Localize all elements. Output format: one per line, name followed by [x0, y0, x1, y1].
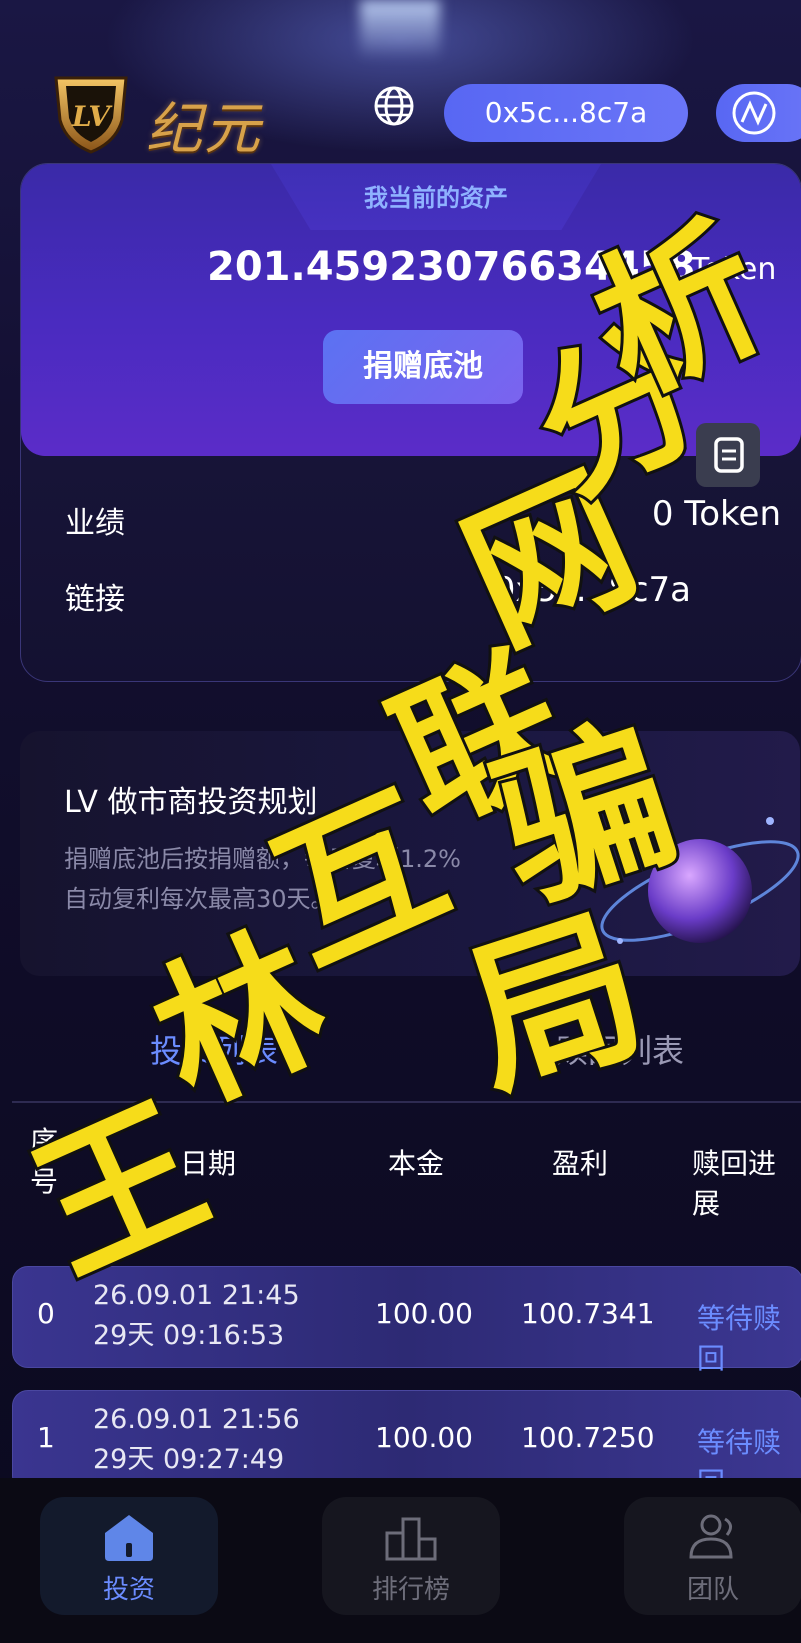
donate-pool-button[interactable]: 捐赠底池: [323, 330, 523, 404]
nav-invest[interactable]: 投资: [40, 1497, 218, 1615]
copy-icon: [714, 437, 744, 473]
tab-investment-list[interactable]: 投资列表: [150, 1026, 278, 1072]
asset-amount: 201.45923076634458: [207, 244, 696, 290]
light-beam: [360, 0, 440, 60]
planet-illustration: [600, 817, 800, 944]
network-avatar[interactable]: [716, 84, 801, 142]
row-principal: 100.00: [375, 1297, 473, 1330]
globe-icon[interactable]: [372, 84, 416, 128]
link-value: 0x5c...8c7a: [493, 570, 691, 610]
performance-value: 0 Token: [651, 494, 781, 534]
network-icon: [732, 91, 776, 135]
row-date: 26.09.01 21:45: [93, 1280, 300, 1311]
header-redeem-progress: 赎回进展: [692, 1147, 777, 1220]
team-icon: [689, 1514, 733, 1559]
row-date: 26.09.01 21:56: [93, 1404, 300, 1435]
nav-label-ranking: 排行榜: [371, 1575, 450, 1605]
table-row[interactable]: 0 26.09.01 21:45 29天 09:16:53 100.00 100…: [12, 1266, 801, 1375]
row-remaining: 29天 09:16:53: [93, 1320, 285, 1351]
header-index: 序号: [30, 1125, 59, 1198]
nav-label-invest: 投资: [102, 1575, 155, 1605]
nav-team[interactable]: 团队: [624, 1497, 801, 1615]
header-date: 日期: [180, 1147, 237, 1180]
wallet-address-button[interactable]: 0x5c...8c7a: [444, 84, 688, 142]
row-profit: 100.7341: [521, 1297, 655, 1330]
row-status[interactable]: 等待赎回: [697, 1297, 801, 1377]
nav-label-team: 团队: [686, 1575, 739, 1605]
brand-logo-icon: LV: [54, 76, 128, 154]
copy-button[interactable]: [696, 423, 760, 487]
table-row[interactable]: 1 26.09.01 21:56 29天 09:27:49 100.00 100…: [12, 1390, 801, 1499]
home-icon: [105, 1515, 153, 1561]
asset-title: 我当前的资产: [364, 184, 508, 212]
row-principal: 100.00: [375, 1421, 473, 1454]
tab-divider: [12, 1101, 801, 1103]
link-label: 链接: [65, 582, 125, 617]
plan-title: LV 做市商投资规划: [64, 785, 318, 820]
header-profit: 盈利: [552, 1147, 609, 1180]
nav-ranking[interactable]: 排行榜: [322, 1497, 500, 1615]
asset-unit: Token: [691, 252, 777, 287]
row-index: 0: [37, 1297, 55, 1330]
plan-card: LV 做市商投资规划 捐赠底池后按捐赠额，每日复利1.2%自动复利每次最高30天…: [20, 731, 800, 976]
row-index: 1: [37, 1421, 55, 1454]
header-principal: 本金: [388, 1147, 445, 1180]
logo-text: LV: [71, 100, 113, 133]
row-profit: 100.7250: [521, 1421, 655, 1454]
brand-name: 纪元: [146, 97, 262, 162]
asset-card: 我当前的资产 201.45923076634458 Token 捐赠底池 业绩 …: [20, 163, 801, 682]
plan-description: 捐赠底池后按捐赠额，每日复利1.2%自动复利每次最高30天。: [64, 845, 461, 913]
podium-icon: [385, 1517, 437, 1561]
performance-label: 业绩: [65, 506, 125, 541]
row-remaining: 29天 09:27:49: [93, 1444, 285, 1475]
tab-redeem-list[interactable]: 赎回列表: [556, 1026, 684, 1072]
